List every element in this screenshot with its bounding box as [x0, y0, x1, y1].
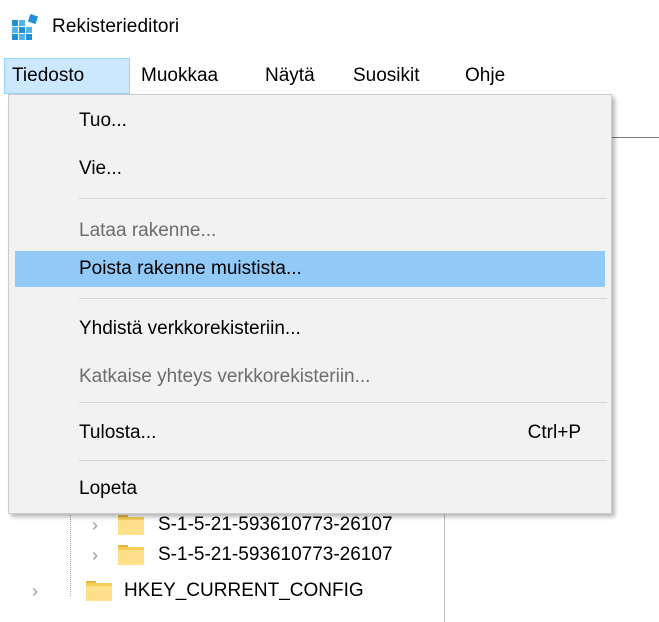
menu-item-label: Yhdistä verkkorekisteriin... [79, 318, 301, 339]
menu-item-label: Katkaise yhteys verkkorekisteriin... [79, 366, 371, 387]
menu-item-poista-rakenne[interactable]: Poista rakenne muistista... [15, 251, 605, 287]
menu-tiedosto[interactable]: Tiedosto [4, 58, 130, 94]
menu-muokkaa[interactable]: Muokkaa [134, 58, 225, 94]
registry-editor-icon [12, 13, 39, 40]
menu-item-label: Vie... [79, 158, 122, 179]
folder-icon [118, 515, 144, 535]
address-bar-edge [612, 137, 659, 138]
menu-item-label: Lopeta [79, 478, 138, 499]
menu-bar: Tiedosto Muokkaa Näytä Suosikit Ohje [0, 58, 659, 94]
menu-ohje[interactable]: Ohje [458, 58, 512, 94]
menu-item-label: Tuo... [79, 110, 127, 131]
file-menu-dropdown: Tuo... Vie... Lataa rakenne... Poista ra… [8, 94, 612, 514]
menu-separator [79, 198, 607, 199]
pane-splitter[interactable] [444, 510, 445, 622]
shortcut-label: Ctrl+P [527, 422, 581, 443]
menu-item-lataa-rakenne: Lataa rakenne... [15, 213, 605, 249]
window-title: Rekisterieditori [52, 16, 180, 37]
menu-item-label: Poista rakenne muistista... [79, 258, 302, 279]
menu-item-tulosta[interactable]: Tulosta... Ctrl+P [15, 415, 605, 451]
menu-separator [79, 460, 607, 461]
menu-separator [79, 402, 607, 403]
menu-item-lopeta[interactable]: Lopeta [15, 471, 605, 507]
tree-row[interactable]: › S-1-5-21-593610773-26107 [0, 510, 444, 540]
menu-suosikit[interactable]: Suosikit [346, 58, 427, 94]
chevron-right-icon[interactable]: › [32, 576, 46, 606]
menu-item-vie[interactable]: Vie... [15, 151, 605, 187]
chevron-right-icon[interactable]: › [92, 510, 106, 540]
menu-separator [79, 298, 607, 299]
menu-item-label: Tulosta... [79, 422, 157, 443]
tree-row-label: HKEY_CURRENT_CONFIG [124, 580, 364, 601]
tree-row[interactable]: › S-1-5-21-593610773-26107 [0, 540, 444, 570]
menu-nayta[interactable]: Näytä [258, 58, 322, 94]
menu-item-katkaise-yhteys: Katkaise yhteys verkkorekisteriin... [15, 359, 605, 395]
menu-item-label: Lataa rakenne... [79, 220, 217, 241]
folder-icon [118, 545, 144, 565]
menu-item-tuo[interactable]: Tuo... [15, 103, 605, 139]
tree-row-label: S-1-5-21-593610773-26107 [158, 544, 393, 565]
chevron-right-icon[interactable]: › [92, 540, 106, 570]
folder-icon [86, 581, 112, 601]
title-bar: Rekisterieditori [0, 0, 659, 56]
tree-row[interactable]: › HKEY_CURRENT_CONFIG [0, 576, 444, 606]
tree-row-label: S-1-5-21-593610773-26107 [158, 514, 393, 535]
menu-item-yhdista-verkkorekisteriin[interactable]: Yhdistä verkkorekisteriin... [15, 311, 605, 347]
